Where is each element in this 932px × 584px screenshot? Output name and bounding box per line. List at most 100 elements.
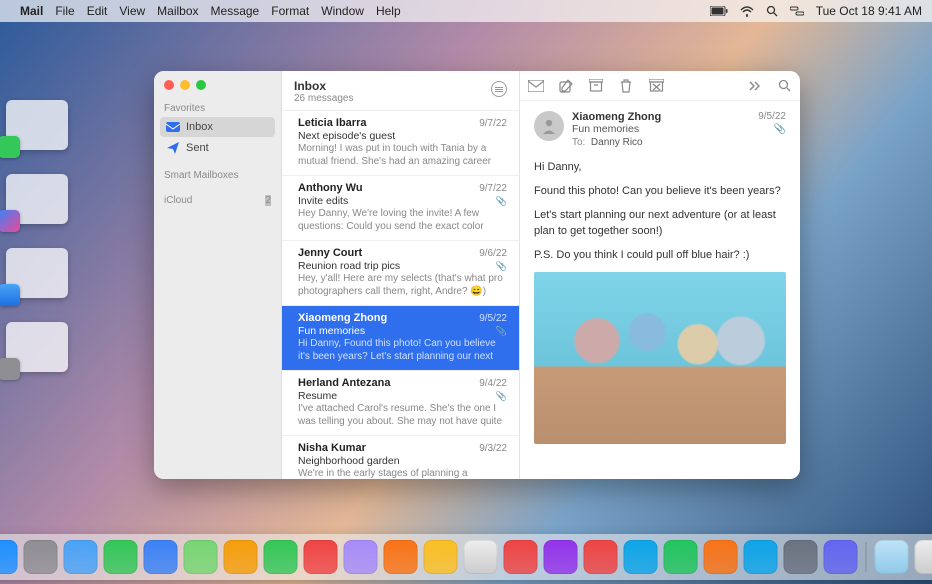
sidebar-item-sent[interactable]: Sent — [160, 138, 275, 158]
message-from: Nisha Kumar — [298, 442, 479, 454]
mail-sidebar: Favorites Inbox Sent Smart Mailboxes iCl… — [154, 71, 282, 479]
reader-toolbar — [520, 71, 800, 101]
message-subject: Neighborhood garden — [298, 455, 507, 467]
filter-button[interactable] — [491, 81, 507, 97]
message-preview: I've attached Carol's resume. She's the … — [298, 403, 507, 428]
message-row[interactable]: Nisha Kumar9/3/22Neighborhood gardenWe'r… — [282, 436, 519, 479]
dock-facetime-icon[interactable] — [264, 540, 298, 574]
dock-settings-icon[interactable] — [784, 540, 818, 574]
attachment-icon: 📎 — [496, 196, 507, 207]
dock-podcasts-icon[interactable] — [544, 540, 578, 574]
reader-subject: Fun memories — [572, 123, 750, 135]
safari-app-icon — [0, 284, 20, 306]
dock-safari-icon[interactable] — [64, 540, 98, 574]
dock-maps-icon[interactable] — [184, 540, 218, 574]
menu-help[interactable]: Help — [376, 4, 401, 18]
stage-thumb[interactable] — [6, 174, 68, 224]
stage-manager-strip — [6, 100, 84, 396]
reader-paragraph: P.S. Do you think I could pull off blue … — [534, 248, 786, 264]
dock-notes-icon[interactable] — [424, 540, 458, 574]
search-icon[interactable] — [776, 78, 792, 94]
attachment-icon: 📎 — [758, 124, 786, 135]
spotlight-icon[interactable] — [766, 5, 778, 17]
menu-format[interactable]: Format — [271, 4, 309, 18]
reader-paragraph: Hi Danny, — [534, 160, 786, 176]
fullscreen-button[interactable] — [196, 80, 206, 90]
more-icon[interactable] — [746, 78, 762, 94]
dock-appstore-alt-icon[interactable] — [624, 540, 658, 574]
menu-window[interactable]: Window — [321, 4, 364, 18]
menu-file[interactable]: File — [55, 4, 74, 18]
message-subject: Next episode's guest — [298, 130, 507, 142]
dock-shortcuts-icon[interactable] — [824, 540, 858, 574]
trash-icon[interactable] — [618, 78, 634, 94]
message-row[interactable]: Leticia Ibarra9/7/22Next episode's guest… — [282, 111, 519, 176]
battery-icon[interactable] — [710, 6, 728, 16]
reader-paragraph: Found this photo! Can you believe it's b… — [534, 184, 786, 200]
reader-content: Xiaomeng Zhong Fun memories To: Danny Ri… — [520, 101, 800, 479]
menu-view[interactable]: View — [119, 4, 145, 18]
message-list[interactable]: Leticia Ibarra9/7/22Next episode's guest… — [282, 111, 519, 479]
message-row[interactable]: Jenny Court9/6/22Reunion road trip pics📎… — [282, 241, 519, 306]
mail-window: Favorites Inbox Sent Smart Mailboxes iCl… — [154, 71, 800, 479]
stage-thumb[interactable] — [6, 100, 68, 150]
message-date: 9/5/22 — [479, 313, 507, 324]
minimize-button[interactable] — [180, 80, 190, 90]
sidebar-item-inbox[interactable]: Inbox — [160, 117, 275, 137]
dock-pages-icon[interactable] — [704, 540, 738, 574]
dock-downloads-icon[interactable] — [875, 540, 909, 574]
stage-thumb[interactable] — [6, 322, 68, 372]
window-controls — [154, 71, 281, 99]
icloud-badge: 2 — [265, 195, 271, 206]
menubar-app-name[interactable]: Mail — [20, 4, 43, 18]
message-preview: We're in the early stages of planning a … — [298, 468, 507, 479]
message-from: Jenny Court — [298, 247, 479, 259]
dock-separator — [866, 542, 867, 572]
message-row[interactable]: Herland Antezana9/4/22Resume📎I've attach… — [282, 371, 519, 436]
dock-messages-icon[interactable] — [104, 540, 138, 574]
inbox-icon — [166, 120, 180, 134]
dock-calendar-icon[interactable] — [304, 540, 338, 574]
compose-icon[interactable] — [558, 78, 574, 94]
envelope-icon[interactable] — [528, 78, 544, 94]
control-center-icon[interactable] — [790, 6, 804, 16]
dock-appstore-icon[interactable] — [744, 540, 778, 574]
message-subject: Resume — [298, 390, 507, 402]
mailbox-count: 26 messages — [294, 93, 353, 104]
avatar — [534, 111, 564, 141]
close-button[interactable] — [164, 80, 174, 90]
message-row[interactable]: Anthony Wu9/7/22Invite edits📎Hey Danny, … — [282, 176, 519, 241]
junk-icon[interactable] — [648, 78, 664, 94]
dock-tv-icon[interactable] — [464, 540, 498, 574]
sidebar-section-icloud[interactable]: iCloud 2 — [154, 191, 281, 208]
menu-mailbox[interactable]: Mailbox — [157, 4, 198, 18]
menubar-clock[interactable]: Tue Oct 18 9:41 AM — [816, 4, 922, 18]
dock-trash-icon[interactable] — [915, 540, 932, 574]
dock-reminders-icon[interactable] — [384, 540, 418, 574]
dock-finder-icon[interactable] — [0, 540, 18, 574]
dock-news-icon[interactable] — [584, 540, 618, 574]
reader-body: Hi Danny, Found this photo! Can you belie… — [534, 160, 786, 264]
reader-to: To: Danny Rico — [572, 137, 750, 148]
message-subject: Invite edits — [298, 195, 507, 207]
wifi-icon[interactable] — [740, 6, 754, 17]
dock-photos-icon[interactable] — [224, 540, 258, 574]
message-date: 9/3/22 — [479, 443, 507, 454]
message-date: 9/6/22 — [479, 248, 507, 259]
message-row[interactable]: Xiaomeng Zhong9/5/22Fun memories📎Hi Dann… — [282, 306, 519, 371]
dock-mail-icon[interactable] — [144, 540, 178, 574]
dock-contacts-icon[interactable] — [344, 540, 378, 574]
stage-thumb[interactable] — [6, 248, 68, 298]
dock-launchpad-icon[interactable] — [24, 540, 58, 574]
dock-music-icon[interactable] — [504, 540, 538, 574]
attachment-icon: 📎 — [496, 391, 507, 402]
reader-pane: Xiaomeng Zhong Fun memories To: Danny Ri… — [520, 71, 800, 479]
attached-photo[interactable] — [534, 272, 786, 444]
dock-numbers-icon[interactable] — [664, 540, 698, 574]
message-list-column: Inbox 26 messages Leticia Ibarra9/7/22Ne… — [282, 71, 520, 479]
menu-message[interactable]: Message — [211, 4, 260, 18]
menu-edit[interactable]: Edit — [87, 4, 108, 18]
shortcuts-app-icon — [0, 210, 20, 232]
archive-icon[interactable] — [588, 78, 604, 94]
attachment-icon: 📎 — [496, 326, 507, 337]
